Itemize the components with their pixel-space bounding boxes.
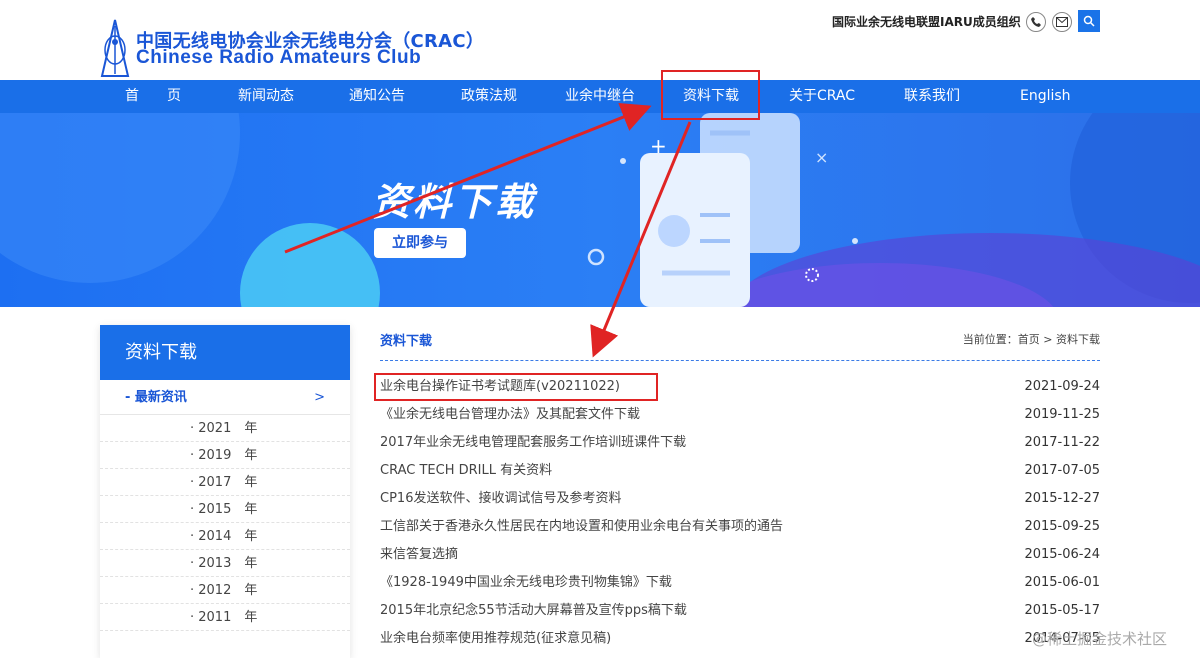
sidebar-year-2017[interactable]: · 2017 年 [100, 469, 350, 496]
breadcrumb: 当前位置：首页 > 资料下载 [962, 333, 1100, 346]
list-item-title[interactable]: CP16发送软件、接收调试信号及参考资料 [380, 485, 621, 513]
sidebar: 资料下载 - 最新资讯 > · 2021 年 · 2019 年 · 2017 年… [100, 325, 350, 658]
list-item-title[interactable]: 2015年北京纪念55节活动大屏幕普及宣传pps稿下载 [380, 597, 687, 625]
svg-text:+: + [650, 134, 667, 158]
mail-icon[interactable] [1052, 12, 1072, 32]
sidebar-title: 资料下载 [100, 325, 350, 380]
list-item[interactable]: 《1928-1949中国业余无线电珍贵刊物集锦》下载 2015-06-01 [380, 569, 1100, 597]
nav-item-english[interactable]: English [1020, 80, 1071, 113]
banner-join-button[interactable]: 立即参与 [374, 228, 466, 258]
list-item-date: 2015-09-25 [1024, 519, 1100, 534]
banner-title: 资料下载 [372, 180, 537, 224]
list-item-date: 2015-06-01 [1024, 575, 1100, 590]
list-item[interactable]: 工信部关于香港永久性居民在内地设置和使用业余电台有关事项的通告 2015-09-2… [380, 513, 1100, 541]
divider [380, 360, 1100, 361]
list-item-date: 2015-05-17 [1024, 603, 1100, 618]
list-item[interactable]: 业余电台操作证书考试题库(v20211022) 2021-09-24 [380, 373, 1100, 401]
banner: + × 资料下载 立即参与 [0, 113, 1200, 307]
nav-item-about[interactable]: 关于CRAC [789, 80, 855, 113]
nav-item-policy[interactable]: 政策法规 [461, 80, 517, 113]
sidebar-year-2013[interactable]: · 2013 年 [100, 550, 350, 577]
list-item[interactable]: CP16发送软件、接收调试信号及参考资料 2015-12-27 [380, 485, 1100, 513]
banner-illustration: + × [0, 113, 1200, 307]
list-item-date: 2015-12-27 [1024, 491, 1100, 506]
nav-item-notices[interactable]: 通知公告 [349, 80, 405, 113]
list-item-date: 2021-09-24 [1024, 379, 1100, 394]
list-item-title[interactable]: 《业余无线电台管理办法》及其配套文件下载 [380, 401, 640, 429]
sidebar-year-2019[interactable]: · 2019 年 [100, 442, 350, 469]
list-item[interactable]: 来信答复选摘 2015-06-24 [380, 541, 1100, 569]
list-item-title[interactable]: 业余电台操作证书考试题库(v20211022) [380, 373, 620, 401]
sidebar-year-2012[interactable]: · 2012 年 [100, 577, 350, 604]
nav-item-repeaters[interactable]: 业余中继台 [565, 80, 635, 113]
crac-logo-icon[interactable] [100, 18, 130, 78]
list-item-title[interactable]: 来信答复选摘 [380, 541, 458, 569]
sidebar-category-label: - 最新资讯 [125, 390, 187, 405]
site-header: 中国无线电协会业余无线电分会（CRAC） Chinese Radio Amate… [0, 0, 1200, 80]
list-item-date: 2015-06-24 [1024, 547, 1100, 562]
list-item[interactable]: 业余电台频率使用推荐规范(征求意见稿) 2014-07-05 [380, 625, 1100, 653]
sidebar-year-2021[interactable]: · 2021 年 [100, 415, 350, 442]
sidebar-year-2014[interactable]: · 2014 年 [100, 523, 350, 550]
phone-icon[interactable] [1026, 12, 1046, 32]
list-item-title[interactable]: CRAC TECH DRILL 有关资料 [380, 457, 552, 485]
list-item[interactable]: 2015年北京纪念55节活动大屏幕普及宣传pps稿下载 2015-05-17 [380, 597, 1100, 625]
sidebar-year-2011[interactable]: · 2011 年 [100, 604, 350, 631]
list-item-title[interactable]: 2017年业余无线电管理配套服务工作培训班课件下载 [380, 429, 686, 457]
search-icon [1083, 15, 1095, 27]
iaru-member-text: 国际业余无线电联盟IARU成员组织 [832, 15, 1021, 29]
list-item-title[interactable]: 《1928-1949中国业余无线电珍贵刊物集锦》下载 [380, 569, 672, 597]
list-item-title[interactable]: 工信部关于香港永久性居民在内地设置和使用业余电台有关事项的通告 [380, 513, 783, 541]
search-button[interactable] [1078, 10, 1100, 32]
nav-item-news[interactable]: 新闻动态 [238, 80, 294, 113]
watermark: @稀土掘金技术社区 [1032, 630, 1168, 648]
list-item-date: 2019-11-25 [1024, 407, 1100, 422]
list-item[interactable]: 2017年业余无线电管理配套服务工作培训班课件下载 2017-11-22 [380, 429, 1100, 457]
nav-item-downloads[interactable]: 资料下载 [683, 80, 739, 113]
list-item-date: 2017-11-22 [1024, 435, 1100, 450]
list-item-date: 2017-07-05 [1024, 463, 1100, 478]
list-item[interactable]: CRAC TECH DRILL 有关资料 2017-07-05 [380, 457, 1100, 485]
page-title: 资料下载 [380, 334, 433, 349]
logo-en-text[interactable]: Chinese Radio Amateurs Club [136, 47, 421, 69]
nav-item-contact[interactable]: 联系我们 [904, 80, 960, 113]
list-item-title[interactable]: 业余电台频率使用推荐规范(征求意见稿) [380, 625, 611, 653]
chevron-right-icon: > [314, 390, 325, 405]
svg-text:×: × [815, 148, 828, 167]
sidebar-category-latest[interactable]: - 最新资讯 > [100, 380, 350, 415]
download-list: 业余电台操作证书考试题库(v20211022) 2021-09-24 《业余无线电… [380, 373, 1100, 653]
main-nav: 首 页 新闻动态 通知公告 政策法规 业余中继台 资料下载 关于CRAC 联系我… [0, 80, 1200, 113]
list-item[interactable]: 《业余无线电台管理办法》及其配套文件下载 2019-11-25 [380, 401, 1100, 429]
nav-item-home[interactable]: 首 页 [125, 80, 181, 113]
sidebar-year-2015[interactable]: · 2015 年 [100, 496, 350, 523]
